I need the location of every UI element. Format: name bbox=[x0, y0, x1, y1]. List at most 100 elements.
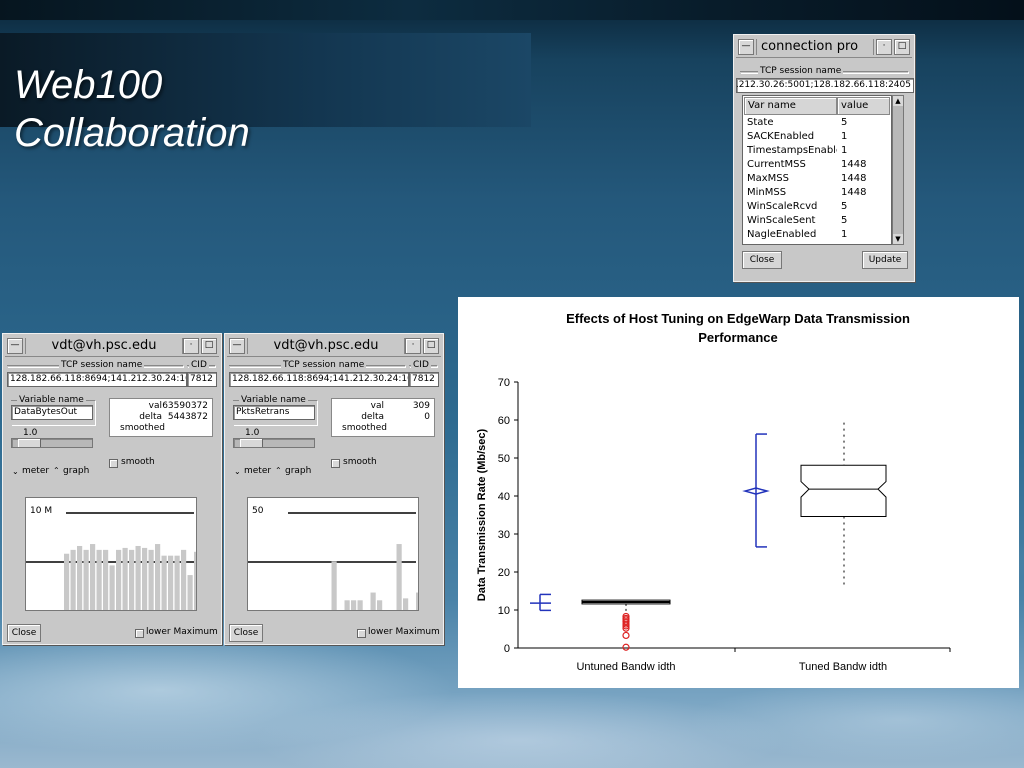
graph-bar bbox=[122, 547, 128, 610]
minimize-icon[interactable]: · bbox=[405, 338, 421, 354]
session-name-field[interactable]: 128.182.66.118:2405;141.212.30.26:5001 bbox=[736, 78, 914, 93]
window-title: vdt@vh.psc.edu bbox=[247, 338, 405, 354]
session-group-label: TCP session name bbox=[59, 359, 145, 371]
graph-bar bbox=[370, 592, 376, 610]
window-menu-icon[interactable]: — bbox=[7, 338, 23, 354]
lower-maximum-label: lower Maximum bbox=[368, 627, 440, 637]
meter-radio-icon[interactable]: ⌄ bbox=[12, 468, 19, 476]
row-var-name: MinMSS bbox=[747, 187, 787, 198]
row-value: 5 bbox=[841, 215, 848, 226]
graph-bar bbox=[396, 544, 402, 610]
window-titlebar[interactable]: — vdt@vh.psc.edu · □ bbox=[5, 336, 219, 357]
table-row[interactable]: MaxMSS 1448 bbox=[745, 172, 889, 186]
notched-box bbox=[800, 464, 887, 518]
row-var-name: CurrentMSS bbox=[747, 159, 806, 170]
session-name-field[interactable]: 128.182.66.118:8694;141.212.30.24:1090 bbox=[229, 372, 409, 387]
maximize-icon[interactable]: □ bbox=[894, 39, 910, 55]
graph-bar bbox=[377, 600, 383, 610]
row-value: 1448 bbox=[841, 173, 867, 184]
slider-thumb[interactable] bbox=[18, 439, 41, 447]
table-row[interactable]: TimestampsEnabled 1 bbox=[745, 144, 889, 158]
window-titlebar[interactable]: — vdt@vh.psc.edu · □ bbox=[227, 336, 441, 357]
graph-bar bbox=[135, 545, 141, 610]
slide-title: Web100 Collaboration bbox=[14, 63, 250, 155]
window-titlebar[interactable]: — connection pro · □ bbox=[736, 37, 912, 58]
col-header-var-name[interactable]: Var name bbox=[744, 97, 837, 115]
y-tick-label: 0 bbox=[504, 643, 510, 655]
table-scrollbar[interactable]: ▲ ▼ bbox=[892, 95, 904, 245]
graph-bar bbox=[96, 549, 102, 610]
row-var-name: TimestampsEnabled bbox=[747, 145, 837, 156]
graph-bar bbox=[403, 598, 409, 610]
y-tick-label: 60 bbox=[498, 415, 510, 427]
meter-radio-icon[interactable]: ⌄ bbox=[234, 468, 241, 476]
table-row[interactable]: NagleEnabled 1 bbox=[745, 228, 889, 242]
cid-label: CID bbox=[411, 359, 431, 371]
scale-slider[interactable] bbox=[11, 438, 93, 448]
variables-table: Var name value State 5 SACKEnabled 1 Timesta… bbox=[742, 95, 892, 245]
variable-name-field[interactable]: PktsRetrans bbox=[233, 405, 315, 420]
row-var-name: WinScaleSent bbox=[747, 215, 816, 226]
close-button[interactable]: Close bbox=[229, 624, 263, 642]
row-value: 1 bbox=[841, 145, 848, 156]
session-groupbox: TCP session name bbox=[7, 359, 183, 371]
scroll-up-arrow[interactable]: ▲ bbox=[893, 96, 903, 106]
y-tick-label: 40 bbox=[498, 491, 510, 503]
variable-name-field[interactable]: DataBytesOut bbox=[11, 405, 93, 420]
delta-value: 5443872 bbox=[167, 412, 208, 422]
table-row[interactable]: WinScaleRcvd 5 bbox=[745, 200, 889, 214]
maximize-icon[interactable]: □ bbox=[201, 338, 217, 354]
x-tick-label: Untuned Bandw idth bbox=[576, 661, 675, 673]
table-row[interactable]: MinMSS 1448 bbox=[745, 186, 889, 200]
delta-label: delta bbox=[139, 412, 162, 422]
graph-radio-icon[interactable]: ⌃ bbox=[53, 467, 60, 475]
row-value: 1 bbox=[841, 131, 848, 142]
update-button[interactable]: Update bbox=[862, 251, 908, 269]
window-menu-icon[interactable]: — bbox=[229, 338, 245, 354]
graph-bar bbox=[90, 544, 96, 610]
y-tick-label: 30 bbox=[498, 529, 510, 541]
graph-bar bbox=[129, 549, 135, 610]
col-header-value[interactable]: value bbox=[837, 97, 890, 115]
delta-value: 0 bbox=[424, 412, 430, 422]
outlier-point bbox=[622, 631, 630, 640]
table-row[interactable]: WinScaleSent 5 bbox=[745, 214, 889, 228]
smooth-checkbox[interactable] bbox=[331, 459, 340, 468]
graph-radio-icon[interactable]: ⌃ bbox=[275, 467, 282, 475]
graph-scale-label: 10 M bbox=[30, 506, 53, 516]
x-tick-label: Tuned Bandw idth bbox=[799, 661, 887, 673]
y-tick-label: 70 bbox=[498, 377, 510, 389]
row-value: 1448 bbox=[841, 159, 867, 170]
scale-slider[interactable] bbox=[233, 438, 315, 448]
session-name-field[interactable]: 128.182.66.118:8694;141.212.30.24:1090 bbox=[7, 372, 187, 387]
session-group-label: TCP session name bbox=[281, 359, 367, 371]
value-readout: val 309 delta 0 smoothed bbox=[331, 398, 435, 437]
cid-groupbox: CID bbox=[409, 359, 437, 371]
scroll-down-arrow[interactable]: ▼ bbox=[893, 234, 903, 244]
session-group-label: TCP session name bbox=[758, 65, 844, 77]
close-button[interactable]: Close bbox=[7, 624, 41, 642]
close-button[interactable]: Close bbox=[742, 251, 782, 269]
lower-maximum-checkbox[interactable] bbox=[135, 629, 144, 638]
maximize-icon[interactable]: □ bbox=[423, 338, 439, 354]
table-row[interactable]: CurrentMSS 1448 bbox=[745, 158, 889, 172]
cid-field[interactable]: 7812 bbox=[187, 372, 217, 387]
graph-area: 10 M bbox=[25, 497, 200, 611]
minimize-icon[interactable]: · bbox=[876, 39, 892, 55]
window-title: vdt@vh.psc.edu bbox=[25, 338, 183, 354]
table-row[interactable]: State 5 bbox=[745, 116, 889, 130]
smoothed-label: smoothed bbox=[120, 423, 165, 433]
slider-thumb[interactable] bbox=[240, 439, 263, 447]
table-row[interactable]: SACKEnabled 1 bbox=[745, 130, 889, 144]
val-label: val bbox=[370, 401, 384, 411]
graph-area: 50 bbox=[247, 497, 422, 611]
row-var-name: NagleEnabled bbox=[747, 229, 817, 240]
cid-field[interactable]: 7812 bbox=[409, 372, 439, 387]
lower-maximum-checkbox[interactable] bbox=[357, 629, 366, 638]
y-axis-label: Data Transmission Rate (Mb/sec) bbox=[476, 428, 488, 601]
graph-bar bbox=[70, 549, 76, 610]
graph-bar bbox=[142, 547, 148, 610]
window-menu-icon[interactable]: — bbox=[738, 39, 754, 55]
smooth-checkbox[interactable] bbox=[109, 459, 118, 468]
minimize-icon[interactable]: · bbox=[183, 338, 199, 354]
